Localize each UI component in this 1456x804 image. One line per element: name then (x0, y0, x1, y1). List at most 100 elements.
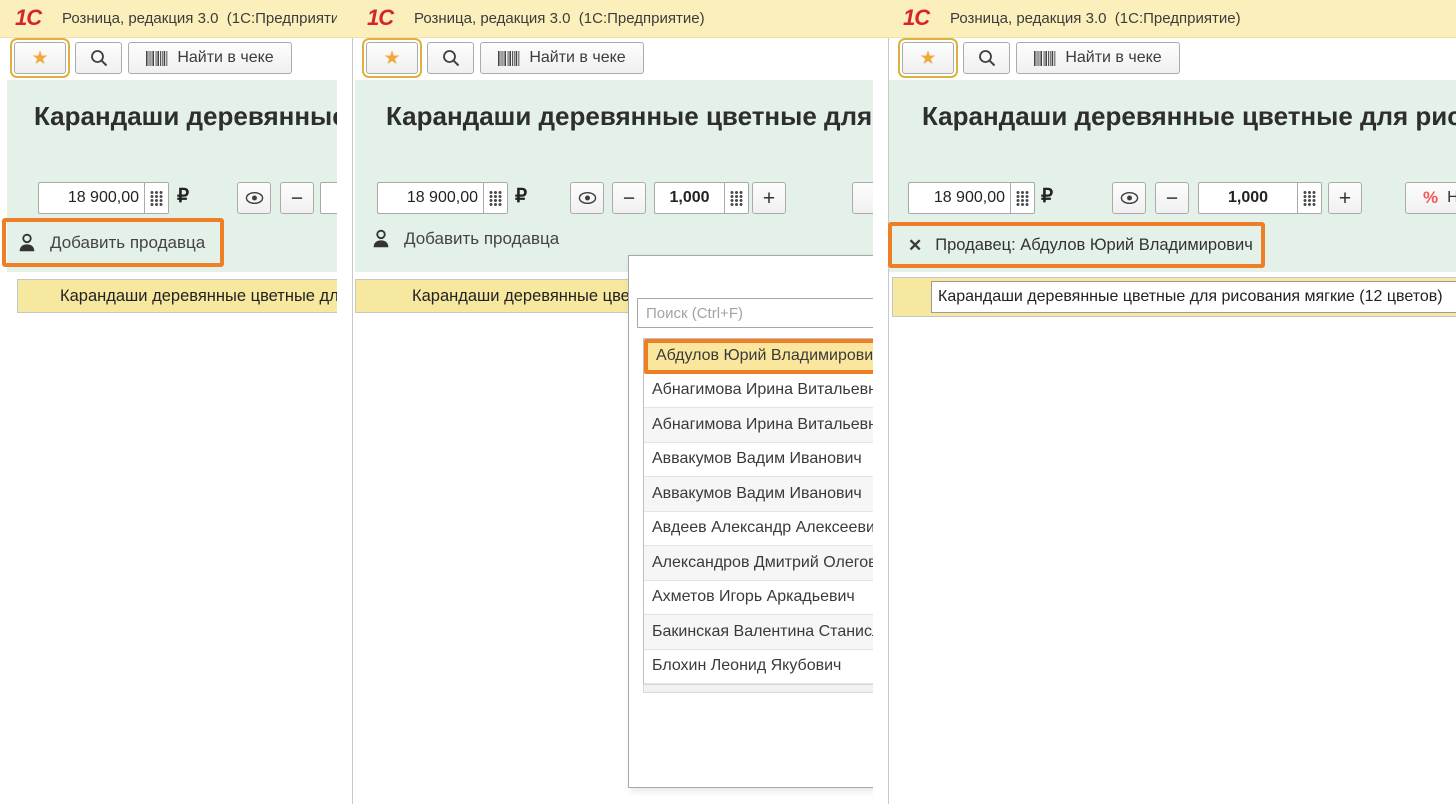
minus-icon: − (291, 188, 303, 209)
price-value: 18 900,00 (909, 183, 1010, 213)
star-icon: ★ (919, 49, 936, 68)
show-item-button[interactable] (1112, 182, 1146, 214)
1c-logo: 1С (15, 5, 41, 31)
assigned-seller-highlight-box: ✕ Продавец: Абдулов Юрий Владимирович (888, 222, 1265, 268)
barcode-icon (146, 51, 168, 66)
currency-label: ₽ (515, 185, 527, 208)
find-in-receipt-button[interactable]: Найти в чеке (1016, 42, 1180, 74)
eye-icon (245, 191, 264, 205)
show-item-button[interactable] (570, 182, 604, 214)
quantity-value: 1,000 (655, 183, 724, 213)
numpad-icon[interactable] (144, 183, 168, 213)
star-icon: ★ (31, 49, 48, 68)
person-icon (16, 232, 38, 254)
barcode-icon (498, 51, 520, 66)
price-value: 18 900,00 (39, 183, 144, 213)
item-title: Карандаши деревянные цветные для рисован… (34, 101, 337, 132)
quantity-input-cut[interactable] (320, 182, 337, 214)
seller-list-item[interactable]: Абнагимова Ирина Витальевна (644, 374, 873, 409)
price-input[interactable]: 18 900,00 (38, 182, 169, 214)
window-title: Розница, редакция 3.0 (1С:Предприятие) (414, 10, 873, 27)
find-in-receipt-label: Найти в чеке (1065, 49, 1161, 67)
close-icon[interactable]: ✕ (908, 237, 922, 254)
seller-list-item[interactable]: Блохин Леонид Якубович (644, 650, 873, 685)
add-seller-button[interactable]: Добавить продавца (370, 228, 559, 250)
currency-label: ₽ (177, 185, 189, 208)
seller-list-item-selected[interactable]: Абдулов Юрий Владимирович (644, 339, 873, 374)
receipt-row-name: Карандаши деревянные цветные для рисован… (18, 287, 337, 306)
discount-button-cut[interactable] (852, 182, 873, 214)
panel-left-border (352, 38, 353, 804)
assigned-seller-label: Продавец: Абдулов Юрий Владимирович (935, 236, 1253, 255)
favorites-button[interactable]: ★ (366, 42, 418, 74)
seller-list-item[interactable]: Авдеев Александр Алексеевич (644, 512, 873, 547)
horizontal-scrollbar[interactable] (643, 684, 873, 693)
increase-quantity-button[interactable]: + (1328, 182, 1362, 214)
item-title: Карандаши деревянные цветные для рисован… (386, 101, 873, 132)
find-in-receipt-button[interactable]: Найти в чеке (480, 42, 644, 74)
quantity-value: 1,000 (1199, 183, 1297, 213)
seller-search-input[interactable] (637, 298, 873, 328)
minus-icon: − (623, 188, 635, 209)
item-title: Карандаши деревянные цветные для рисован… (922, 101, 1456, 132)
price-input[interactable]: 18 900,00 (908, 182, 1035, 214)
discount-label: Н (1447, 189, 1456, 207)
star-icon: ★ (383, 49, 400, 68)
numpad-icon[interactable] (1010, 183, 1034, 213)
eye-icon (1120, 191, 1139, 205)
receipt-row-name-input[interactable]: Карандаши деревянные цветные для рисован… (931, 281, 1456, 313)
price-value: 18 900,00 (378, 183, 483, 213)
minus-icon: − (1166, 188, 1178, 209)
numpad-icon[interactable] (1297, 183, 1321, 213)
add-seller-label: Добавить продавца (50, 233, 205, 253)
seller-picker-dropdown: Абдулов Юрий Владимирович Абнагимова Ири… (628, 255, 873, 788)
quantity-input[interactable]: 1,000 (654, 182, 749, 214)
decrease-quantity-button[interactable]: − (612, 182, 646, 214)
decrease-quantity-button[interactable]: − (1155, 182, 1189, 214)
seller-list-item[interactable]: Александров Дмитрий Олегович (644, 546, 873, 581)
find-in-receipt-button[interactable]: Найти в чеке (128, 42, 292, 74)
add-seller-highlight-box: Добавить продавца (2, 218, 224, 267)
search-button[interactable] (75, 42, 122, 74)
add-seller-button[interactable]: Добавить продавца (6, 232, 205, 254)
show-item-button[interactable] (237, 182, 271, 214)
window-title: Розница, редакция 3.0 (1С:Предприятие) (950, 10, 1456, 27)
search-button[interactable] (963, 42, 1010, 74)
find-in-receipt-label: Найти в чеке (177, 49, 273, 67)
decrease-quantity-button[interactable]: − (280, 182, 314, 214)
price-input[interactable]: 18 900,00 (377, 182, 508, 214)
barcode-icon (1034, 51, 1056, 66)
quantity-input[interactable]: 1,000 (1198, 182, 1322, 214)
currency-label: ₽ (1041, 185, 1053, 208)
numpad-icon[interactable] (724, 183, 748, 213)
screenshot-stage: 1С Розница, редакция 3.0 (1С:Предприятие… (0, 0, 1456, 804)
add-seller-label: Добавить продавца (404, 229, 559, 249)
favorites-button[interactable]: ★ (902, 42, 954, 74)
panel-step-3-seller-assigned: 1С Розница, редакция 3.0 (1С:Предприятие… (888, 0, 1456, 804)
seller-list-item[interactable]: Аввакумов Вадим Иванович (644, 477, 873, 512)
receipt-row[interactable]: Карандаши деревянные цветные для рисован… (892, 277, 1456, 317)
seller-list-item[interactable]: Бакинская Валентина Станиславовна (644, 615, 873, 650)
panel-step-1-add-seller: 1С Розница, редакция 3.0 (1С:Предприятие… (0, 0, 337, 804)
receipt-row[interactable]: Карандаши деревянные цветные для рисован… (17, 279, 337, 313)
percent-icon: % (1423, 188, 1438, 208)
magnifier-icon (441, 48, 461, 68)
window-title: Розница, редакция 3.0 (1С:Предприятие) (62, 10, 337, 27)
magnifier-icon (977, 48, 997, 68)
favorites-button[interactable]: ★ (14, 42, 66, 74)
seller-list: Абдулов Юрий Владимирович Абнагимова Ири… (643, 338, 873, 685)
1c-logo: 1С (903, 5, 929, 31)
seller-list-item[interactable]: Абнагимова Ирина Витальевна (644, 408, 873, 443)
search-button[interactable] (427, 42, 474, 74)
eye-icon (578, 191, 597, 205)
assigned-seller-row[interactable]: ✕ Продавец: Абдулов Юрий Владимирович (892, 236, 1253, 255)
seller-list-item[interactable]: Ахметов Игорь Аркадьевич (644, 581, 873, 616)
find-in-receipt-label: Найти в чеке (529, 49, 625, 67)
numpad-icon[interactable] (483, 183, 507, 213)
plus-icon: + (1339, 188, 1351, 209)
person-icon (370, 228, 392, 250)
seller-list-item[interactable]: Аввакумов Вадим Иванович (644, 443, 873, 478)
1c-logo: 1С (367, 5, 393, 31)
increase-quantity-button[interactable]: + (752, 182, 786, 214)
discount-button[interactable]: % Н (1405, 182, 1456, 214)
